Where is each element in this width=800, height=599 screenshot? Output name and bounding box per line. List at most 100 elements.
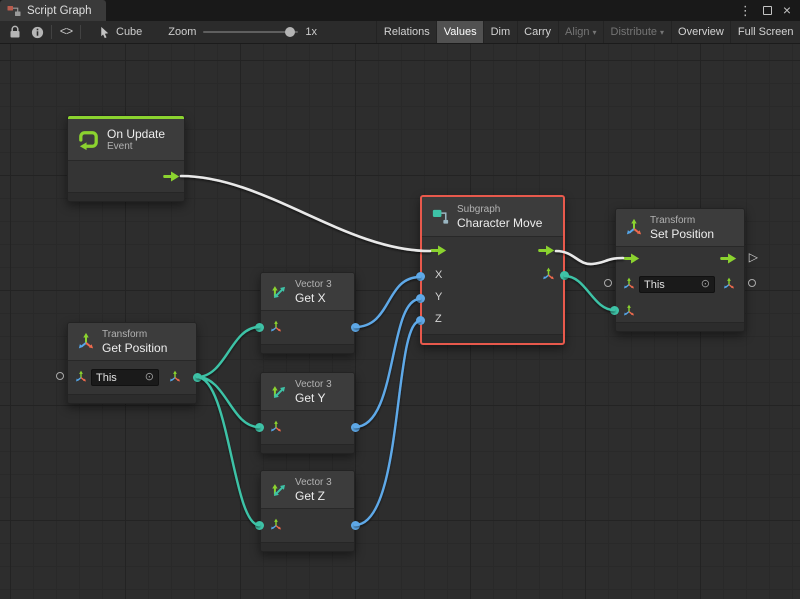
this-input-port[interactable] [604, 279, 612, 287]
transform-icon [624, 218, 644, 238]
wire-getposition-to-getz[interactable] [197, 377, 259, 525]
lock-icon[interactable] [4, 21, 26, 43]
port-x-input[interactable] [416, 272, 425, 281]
node-get-z[interactable]: Vector 3 Get Z [260, 470, 355, 552]
node-title: Get Z [295, 489, 332, 503]
node-set-position[interactable]: Transform Set Position ▷ This ⊙ [615, 208, 745, 332]
transform-output-icon [722, 277, 736, 291]
fullscreen-button[interactable]: Full Screen [730, 21, 800, 43]
port-vector-output[interactable] [193, 373, 202, 382]
object-picker-icon[interactable]: ⊙ [701, 279, 710, 290]
info-icon[interactable] [26, 21, 48, 43]
event-loop-icon [76, 127, 101, 152]
flow-output-port[interactable] [720, 253, 737, 264]
port-vector-input[interactable] [255, 423, 264, 432]
maximize-icon[interactable] [763, 6, 772, 15]
node-title: On Update [107, 127, 165, 141]
zoom-slider-handle[interactable] [285, 27, 295, 37]
code-view-icon[interactable]: <> [55, 21, 77, 43]
node-get-position[interactable]: Transform Get Position This ⊙ [67, 322, 197, 404]
node-title: Get Y [295, 391, 332, 405]
node-character-move[interactable]: Subgraph Character Move X Y Z [420, 195, 565, 345]
transform-axis-icon [74, 370, 88, 384]
this-input-port[interactable] [56, 372, 64, 380]
close-icon[interactable]: × [783, 4, 791, 17]
wire-charactermove-to-setposition[interactable] [556, 251, 623, 264]
node-on-update[interactable]: On Update Event [67, 115, 185, 202]
port-vector-output[interactable] [560, 271, 569, 280]
zoom-value: 1x [305, 26, 317, 38]
node-get-y[interactable]: Vector 3 Get Y [260, 372, 355, 454]
node-header[interactable]: Subgraph Character Move [422, 197, 563, 237]
tab-bar: Script Graph ⋮ × [0, 0, 800, 21]
node-header[interactable]: Vector 3 Get Z [261, 471, 354, 509]
align-button[interactable]: Align▾ [558, 21, 603, 43]
this-field[interactable]: This ⊙ [91, 369, 159, 386]
script-graph-icon [7, 5, 21, 17]
wire-getposition-to-getx[interactable] [197, 327, 259, 377]
this-field[interactable]: This ⊙ [639, 276, 715, 293]
object-picker-icon[interactable]: ⊙ [145, 372, 154, 383]
port-value-input[interactable] [610, 306, 619, 315]
vector-value-icon [269, 420, 283, 434]
node-header[interactable]: Transform Get Position [68, 323, 196, 361]
input-z-label: Z [435, 313, 442, 326]
zoom-slider-track [203, 31, 298, 33]
transform-output-port[interactable] [748, 279, 756, 287]
port-vector-input[interactable] [255, 323, 264, 332]
target-object[interactable]: Cube [98, 26, 142, 39]
port-vector-input[interactable] [255, 521, 264, 530]
port-value-output[interactable] [351, 521, 360, 530]
node-get-x[interactable]: Vector 3 Get X [260, 272, 355, 354]
vector3-icon [269, 382, 289, 402]
target-object-label: Cube [116, 26, 142, 38]
wire-getx-to-input-x[interactable] [355, 277, 420, 327]
cursor-pointer-icon [98, 26, 111, 39]
transform-icon [76, 332, 96, 352]
vector-output-icon [168, 370, 182, 384]
flow-input-port[interactable] [430, 245, 447, 256]
dim-button[interactable]: Dim [483, 21, 517, 43]
node-subtitle: Transform [102, 329, 167, 341]
overview-button[interactable]: Overview [671, 21, 731, 43]
node-subtitle: Subgraph [457, 204, 542, 216]
node-subtitle: Vector 3 [295, 279, 332, 291]
port-y-input[interactable] [416, 294, 425, 303]
vector3-icon [269, 480, 289, 500]
wire-getposition-to-gety[interactable] [197, 377, 259, 427]
node-subtitle: Vector 3 [295, 379, 332, 391]
port-value-output[interactable] [351, 323, 360, 332]
wire-onupdate-to-charactermove[interactable] [181, 176, 430, 251]
transform-axis-icon [622, 277, 636, 291]
toolbar-separator [51, 25, 52, 39]
distribute-button[interactable]: Distribute▾ [603, 21, 670, 43]
vector3-icon [269, 282, 289, 302]
flow-input-port[interactable] [623, 253, 640, 264]
node-title: Character Move [457, 216, 542, 230]
graph-toolbar: <> Cube Zoom 1x Relations Values Dim Car… [0, 21, 800, 44]
node-header[interactable]: Transform Set Position [616, 209, 744, 247]
flow-output-unconnected-port[interactable]: ▷ [749, 251, 758, 264]
tab-script-graph[interactable]: Script Graph [0, 0, 106, 21]
carry-button[interactable]: Carry [517, 21, 558, 43]
graph-canvas[interactable]: On Update Event Subgraph Character Move … [0, 44, 800, 599]
wire-getz-to-input-z[interactable] [355, 321, 420, 525]
port-value-output[interactable] [351, 423, 360, 432]
vector-value-icon [269, 320, 283, 334]
zoom-slider[interactable] [203, 25, 298, 39]
relations-button[interactable]: Relations [376, 21, 436, 43]
node-header[interactable]: Vector 3 Get Y [261, 373, 354, 411]
port-z-input[interactable] [416, 316, 425, 325]
wire-gety-to-input-y[interactable] [355, 299, 420, 427]
node-header[interactable]: On Update Event [68, 119, 184, 161]
values-button[interactable]: Values [436, 21, 483, 43]
zoom-label: Zoom [168, 26, 196, 38]
node-header[interactable]: Vector 3 Get X [261, 273, 354, 311]
input-x-label: X [435, 269, 442, 282]
node-subtitle: Transform [650, 215, 714, 227]
node-subtitle: Vector 3 [295, 477, 332, 489]
node-title: Get Position [102, 341, 167, 355]
flow-output-port[interactable] [538, 245, 555, 256]
kebab-menu-icon[interactable]: ⋮ [739, 4, 752, 17]
flow-output-port[interactable] [163, 171, 180, 182]
